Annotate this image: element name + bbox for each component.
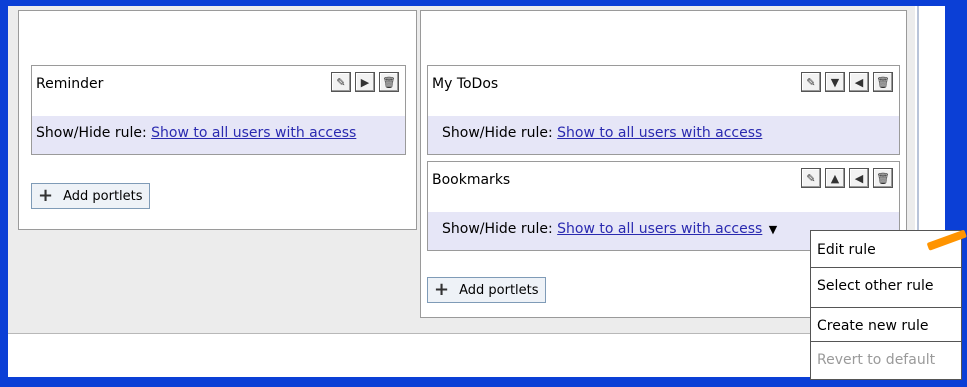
caret-down-icon[interactable]: ▼: [769, 223, 777, 236]
add-portlets-button[interactable]: + Add portlets: [427, 277, 546, 303]
menu-item-select-other-rule[interactable]: Select other rule: [811, 271, 961, 301]
rule-link[interactable]: Show to all users with access: [151, 125, 356, 141]
rule-label: Show/Hide rule:: [442, 125, 553, 141]
arrow-up-icon[interactable]: ▲: [825, 168, 845, 188]
portlet-header: My ToDos ✎ ▼ ◀ 🗑: [428, 66, 899, 100]
menu-item-revert-to-default: Revert to default: [817, 352, 936, 368]
portlet-title: Bookmarks: [432, 172, 511, 188]
rule-menu: Edit rule Select other rule Create new r…: [810, 230, 962, 380]
arrow-right-icon[interactable]: ▶: [355, 72, 375, 92]
pencil-icon[interactable]: ✎: [801, 168, 821, 188]
portlet-my-todos: My ToDos ✎ ▼ ◀ 🗑 Show/Hide rule: Show to…: [427, 65, 900, 155]
add-portlets-label: Add portlets: [459, 282, 539, 298]
add-portlets-label: Add portlets: [63, 188, 143, 204]
arrow-left-icon[interactable]: ◀: [849, 72, 869, 92]
portlet-rule-area: Show/Hide rule: Show to all users with a…: [32, 116, 405, 154]
trash-icon[interactable]: 🗑: [873, 168, 893, 188]
trash-icon[interactable]: 🗑: [873, 72, 893, 92]
portlet-title: Reminder: [36, 76, 104, 92]
trash-icon[interactable]: 🗑: [379, 72, 399, 92]
pencil-icon[interactable]: ✎: [801, 72, 821, 92]
arrow-down-icon[interactable]: ▼: [825, 72, 845, 92]
arrow-left-icon[interactable]: ◀: [849, 168, 869, 188]
portlet-header: Bookmarks ✎ ▲ ◀ 🗑: [428, 162, 899, 196]
menu-divider: [811, 341, 961, 342]
portlet-rule-area: Show/Hide rule: Show to all users with a…: [428, 116, 899, 154]
rule-link[interactable]: Show to all users with access: [557, 125, 762, 141]
portlet-title: My ToDos: [432, 76, 499, 92]
portlet-reminder: Reminder ✎ ▶ 🗑 Show/Hide rule: Show to a…: [31, 65, 406, 155]
rule-label: Show/Hide rule:: [442, 221, 553, 237]
menu-divider: [811, 267, 961, 268]
menu-item-create-new-rule[interactable]: Create new rule: [811, 311, 961, 341]
left-column: Reminder ✎ ▶ 🗑 Show/Hide rule: Show to a…: [18, 10, 417, 230]
portlet-header: Reminder ✎ ▶ 🗑: [32, 66, 405, 100]
menu-divider: [811, 307, 961, 308]
pencil-icon[interactable]: ✎: [331, 72, 351, 92]
rule-label: Show/Hide rule:: [36, 125, 147, 141]
portal-frame: Reminder ✎ ▶ 🗑 Show/Hide rule: Show to a…: [8, 6, 945, 377]
rule-link[interactable]: Show to all users with access: [557, 221, 762, 237]
add-portlets-button[interactable]: + Add portlets: [31, 183, 150, 209]
plus-icon: +: [434, 279, 450, 300]
plus-icon: +: [38, 185, 54, 206]
